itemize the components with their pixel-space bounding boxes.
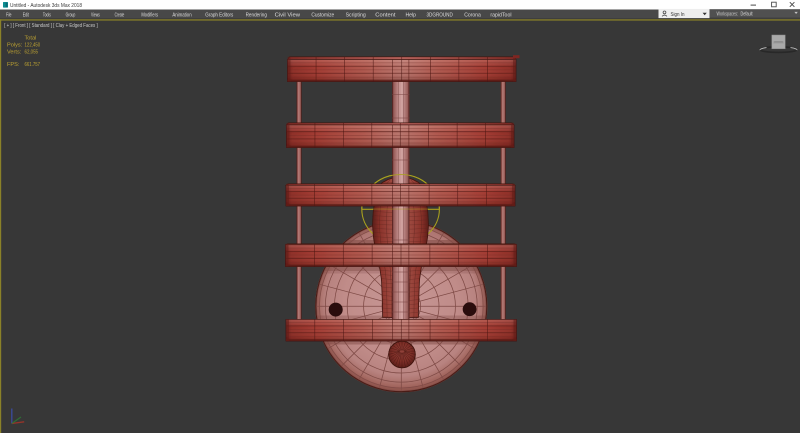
- svg-text:Views: Views: [91, 13, 100, 19]
- svg-text:FPS:: FPS:: [7, 62, 20, 68]
- svg-text:3DGROUND: 3DGROUND: [427, 13, 453, 19]
- svg-text:[ + ] [ Front ] [ Standard ] [: [ + ] [ Front ] [ Standard ] [ Clay + Ed…: [4, 23, 98, 29]
- svg-text:122,450: 122,450: [25, 43, 41, 49]
- svg-text:Polys:: Polys:: [7, 43, 23, 49]
- svg-text:Create: Create: [115, 13, 125, 19]
- svg-text:Default: Default: [741, 11, 753, 17]
- svg-text:Sign In: Sign In: [671, 12, 685, 18]
- svg-text:Workspaces:: Workspaces:: [717, 11, 739, 17]
- svg-text:Untitled - Autodesk 3ds Max 20: Untitled - Autodesk 3ds Max 2018: [10, 3, 82, 9]
- svg-text:Total: Total: [25, 35, 37, 41]
- svg-text:Edit: Edit: [23, 13, 29, 19]
- svg-text:Customize: Customize: [311, 13, 334, 19]
- svg-text:rapidTool: rapidTool: [490, 13, 511, 19]
- svg-text:Graph Editors: Graph Editors: [205, 13, 233, 19]
- svg-text:661.757: 661.757: [25, 62, 41, 68]
- svg-text:Tools: Tools: [43, 13, 51, 19]
- svg-text:Animation: Animation: [172, 13, 191, 19]
- svg-text:Content: Content: [375, 13, 396, 19]
- svg-text:File: File: [6, 13, 11, 19]
- svg-text:Help: Help: [406, 13, 417, 19]
- svg-text:Corona: Corona: [464, 13, 481, 19]
- svg-text:Group: Group: [66, 13, 76, 19]
- svg-text:Modifiers: Modifiers: [141, 13, 158, 19]
- svg-text:Civil View: Civil View: [275, 13, 301, 19]
- svg-text:62,055: 62,055: [25, 49, 39, 55]
- svg-text:Scripting: Scripting: [346, 13, 366, 19]
- svg-text:Verts:: Verts:: [7, 49, 22, 55]
- svg-text:Rendering: Rendering: [246, 13, 267, 19]
